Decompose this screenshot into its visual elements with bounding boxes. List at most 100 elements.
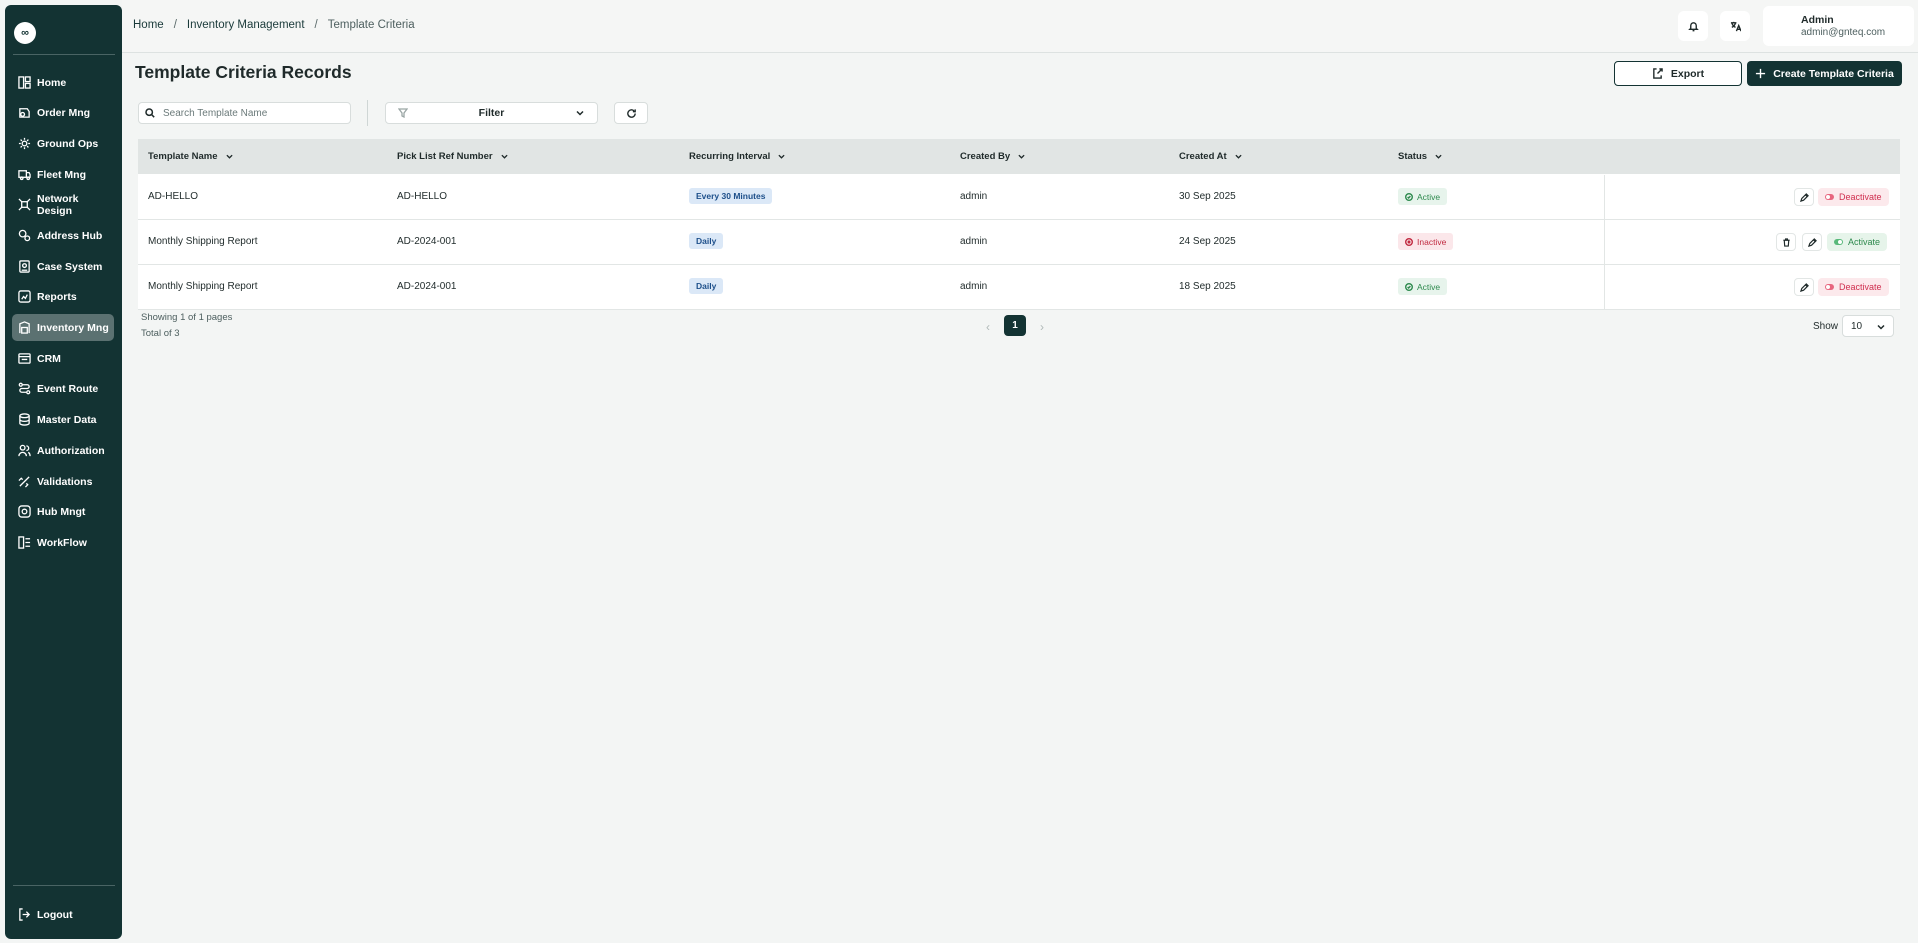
pagination-showing: Showing 1 of 1 pages [141, 312, 233, 323]
notifications-button[interactable] [1678, 11, 1708, 41]
column-header-recurring-interval[interactable]: Recurring Interval [689, 151, 785, 162]
filter-icon [397, 108, 409, 119]
previous-page-button[interactable]: ‹ [986, 320, 990, 334]
edit-button[interactable] [1794, 278, 1814, 296]
interval-chip: Daily [689, 278, 724, 294]
inventory-icon [18, 321, 31, 334]
breadcrumb-separator: / [314, 19, 318, 31]
user-menu[interactable]: Admin admin@gnteq.com [1763, 6, 1914, 46]
column-header-pick-list-ref[interactable]: Pick List Ref Number [397, 151, 508, 162]
next-page-button[interactable]: › [1040, 320, 1044, 334]
export-label: Export [1670, 67, 1705, 80]
sort-chevron-icon [1435, 154, 1442, 159]
column-header-created-at[interactable]: Created At [1179, 151, 1242, 162]
activate-button[interactable]: Activate [1827, 233, 1888, 251]
page-size-value: 10 [1851, 320, 1863, 332]
sidebar-item-fleet-mng[interactable]: Fleet Mng [12, 161, 114, 188]
top-bar: Home / Inventory Management / Template C… [122, 0, 1918, 53]
sidebar-item-ground-ops[interactable]: Ground Ops [12, 130, 114, 157]
logout-button[interactable]: Logout [12, 901, 114, 928]
refresh-button[interactable] [614, 102, 648, 124]
sidebar-item-inventory-mng[interactable]: Inventory Mng [12, 314, 114, 341]
deactivate-button[interactable]: Deactivate [1818, 188, 1889, 206]
breadcrumb-separator: / [173, 19, 177, 31]
sidebar-item-event-route[interactable]: Event Route [12, 375, 114, 402]
cell-created-at: 30 Sep 2025 [1179, 191, 1236, 202]
actions-divider [1604, 220, 1605, 265]
create-template-criteria-button[interactable]: Create Template Criteria [1747, 61, 1902, 86]
cell-created-by: admin [960, 236, 988, 247]
export-button[interactable]: Export [1614, 61, 1742, 86]
language-button[interactable] [1720, 11, 1750, 41]
action-label: Deactivate [1839, 282, 1882, 292]
interval-chip: Daily [689, 233, 724, 249]
network-icon [18, 198, 31, 211]
sidebar-item-address-hub[interactable]: Address Hub [12, 222, 114, 249]
cell-template-name: Monthly Shipping Report [148, 281, 258, 292]
delete-button[interactable] [1776, 233, 1796, 251]
sidebar-item-reports[interactable]: Reports [12, 283, 114, 310]
status-label: Inactive [1417, 236, 1447, 247]
chevron-down-icon [575, 108, 585, 118]
search-field[interactable] [138, 102, 351, 124]
page-size-select[interactable]: 10 [1842, 315, 1894, 337]
actions-divider [1604, 265, 1605, 310]
cell-pick-list-ref: AD-2024-001 [397, 281, 457, 292]
sidebar-item-crm[interactable]: CRM [12, 345, 114, 372]
cell-created-by: admin [960, 281, 988, 292]
pencil-icon [1799, 192, 1809, 202]
table-row[interactable]: AD-HELLO AD-HELLO Every 30 Minutes admin… [138, 175, 1900, 220]
interval-chip: Every 30 Minutes [689, 188, 773, 204]
sidebar-item-authorization[interactable]: Authorization [12, 437, 114, 464]
sidebar-item-label: Inventory Mng [37, 321, 109, 334]
sidebar-item-network-design[interactable]: Network Design [12, 191, 114, 218]
page-size-label: Show [1813, 321, 1839, 332]
sidebar-item-label: Network Design [37, 192, 79, 217]
reports-icon [18, 290, 31, 303]
filter-label: Filter [478, 107, 505, 119]
breadcrumb-home[interactable]: Home [133, 19, 164, 31]
edit-button[interactable] [1802, 233, 1822, 251]
toggle-off-icon [1825, 194, 1834, 200]
page-button-current[interactable]: 1 [1004, 315, 1026, 336]
cell-template-name: Monthly Shipping Report [148, 236, 258, 247]
column-header-template-name[interactable]: Template Name [148, 151, 233, 162]
home-icon [18, 76, 31, 89]
sidebar-item-workflow[interactable]: WorkFlow [12, 529, 114, 556]
column-header-created-by[interactable]: Created By [960, 151, 1025, 162]
sidebar-item-order-mng[interactable]: Order Mng [12, 99, 114, 126]
template-criteria-table: Template Name Pick List Ref Number Recur… [138, 139, 1900, 310]
logout-label: Logout [37, 908, 73, 921]
pencil-icon [1807, 237, 1817, 247]
sidebar-item-label: Authorization [37, 444, 105, 457]
sidebar-item-label: Fleet Mng [37, 168, 86, 181]
cell-pick-list-ref: AD-2024-001 [397, 236, 457, 247]
edit-button[interactable] [1794, 188, 1814, 206]
table-row[interactable]: Monthly Shipping Report AD-2024-001 Dail… [138, 220, 1900, 265]
status-label: Active [1417, 281, 1441, 292]
trash-icon [1782, 237, 1790, 247]
sidebar-item-case-system[interactable]: Case System [12, 253, 114, 280]
truck-icon [18, 168, 31, 181]
sidebar-item-home[interactable]: Home [12, 69, 114, 96]
cell-created-at: 24 Sep 2025 [1179, 236, 1236, 247]
cell-pick-list-ref: AD-HELLO [397, 191, 448, 202]
deactivate-button[interactable]: Deactivate [1818, 278, 1889, 296]
table-row[interactable]: Monthly Shipping Report AD-2024-001 Dail… [138, 265, 1900, 310]
sidebar-item-validations[interactable]: Validations [12, 468, 114, 495]
check-circle-icon [1405, 192, 1413, 201]
search-input[interactable] [163, 107, 343, 119]
sidebar-item-label: Ground Ops [37, 137, 99, 150]
breadcrumb-inventory-management[interactable]: Inventory Management [187, 19, 305, 31]
users-icon [18, 444, 31, 457]
filter-dropdown[interactable]: Filter [385, 102, 598, 124]
user-name: Admin [1801, 14, 1834, 26]
column-header-status[interactable]: Status [1398, 151, 1442, 162]
cell-template-name: AD-HELLO [148, 191, 199, 202]
sidebar-item-master-data[interactable]: Master Data [12, 406, 114, 433]
case-icon [18, 260, 31, 273]
toggle-on-icon [1834, 239, 1843, 245]
logout-icon [18, 908, 31, 921]
create-label: Create Template Criteria [1773, 67, 1894, 80]
sidebar-item-hub-mngt[interactable]: Hub Mngt [12, 498, 114, 525]
